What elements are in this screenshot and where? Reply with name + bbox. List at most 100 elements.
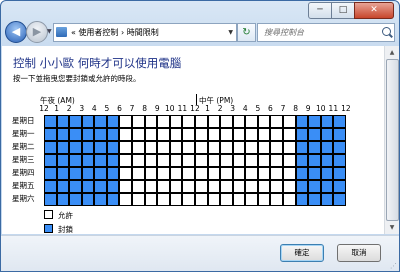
time-cell[interactable]: [132, 154, 145, 167]
time-cell[interactable]: [157, 193, 170, 206]
time-cell[interactable]: [44, 128, 57, 141]
time-cell[interactable]: [106, 180, 120, 193]
time-cell[interactable]: [220, 128, 233, 141]
time-cell[interactable]: [333, 128, 346, 141]
time-cell[interactable]: [283, 167, 296, 180]
time-cell[interactable]: [283, 180, 296, 193]
time-cell[interactable]: [320, 141, 334, 154]
time-cell[interactable]: [270, 154, 284, 167]
scroll-up-arrow-icon[interactable]: ▲: [385, 46, 399, 59]
time-cell[interactable]: [220, 193, 233, 206]
time-cell[interactable]: [270, 180, 284, 193]
minimize-button[interactable]: ─: [308, 2, 332, 19]
time-cell[interactable]: [295, 115, 309, 128]
resize-grip-icon[interactable]: ⋰: [390, 262, 397, 270]
time-cell[interactable]: [308, 154, 321, 167]
time-cell[interactable]: [144, 193, 158, 206]
address-bar[interactable]: « 使用者控制 › 時間限制 ▼: [53, 23, 237, 42]
time-cell[interactable]: [182, 141, 195, 154]
time-cell[interactable]: [257, 141, 271, 154]
time-cell[interactable]: [232, 128, 246, 141]
time-cell[interactable]: [56, 180, 70, 193]
time-cell[interactable]: [270, 167, 284, 180]
time-cell[interactable]: [295, 167, 309, 180]
time-cell[interactable]: [169, 128, 183, 141]
maximize-button[interactable]: □: [331, 2, 355, 19]
time-cell[interactable]: [44, 193, 57, 206]
time-cell[interactable]: [257, 180, 271, 193]
time-cell[interactable]: [157, 167, 170, 180]
time-cell[interactable]: [94, 193, 107, 206]
time-cell[interactable]: [44, 154, 57, 167]
time-cell[interactable]: [81, 167, 95, 180]
time-cell[interactable]: [295, 180, 309, 193]
time-cell[interactable]: [270, 128, 284, 141]
time-cell[interactable]: [56, 154, 70, 167]
time-cell[interactable]: [81, 180, 95, 193]
time-cell[interactable]: [220, 180, 233, 193]
vertical-scrollbar[interactable]: ▲ ▼: [384, 46, 399, 234]
time-cell[interactable]: [169, 141, 183, 154]
time-cell[interactable]: [144, 141, 158, 154]
time-cell[interactable]: [295, 154, 309, 167]
time-cell[interactable]: [194, 128, 208, 141]
time-cell[interactable]: [320, 115, 334, 128]
chevron-down-icon[interactable]: ▼: [228, 24, 233, 41]
time-cell[interactable]: [232, 115, 246, 128]
time-cell[interactable]: [69, 115, 82, 128]
time-cell[interactable]: [119, 180, 133, 193]
time-cell[interactable]: [94, 115, 107, 128]
time-cell[interactable]: [320, 167, 334, 180]
time-cell[interactable]: [245, 180, 258, 193]
time-cell[interactable]: [81, 154, 95, 167]
time-cell[interactable]: [132, 167, 145, 180]
time-cell[interactable]: [44, 167, 57, 180]
time-cell[interactable]: [69, 154, 82, 167]
time-cell[interactable]: [257, 128, 271, 141]
time-cell[interactable]: [56, 141, 70, 154]
time-cell[interactable]: [119, 128, 133, 141]
time-cell[interactable]: [270, 141, 284, 154]
time-cell[interactable]: [245, 115, 258, 128]
time-cell[interactable]: [308, 128, 321, 141]
time-cell[interactable]: [295, 128, 309, 141]
time-cell[interactable]: [56, 167, 70, 180]
time-cell[interactable]: [207, 180, 221, 193]
time-cell[interactable]: [169, 167, 183, 180]
time-cell[interactable]: [69, 141, 82, 154]
time-cell[interactable]: [144, 154, 158, 167]
time-cell[interactable]: [119, 115, 133, 128]
time-cell[interactable]: [207, 193, 221, 206]
time-cell[interactable]: [245, 154, 258, 167]
time-cell[interactable]: [220, 141, 233, 154]
time-cell[interactable]: [157, 115, 170, 128]
time-cell[interactable]: [44, 141, 57, 154]
time-cell[interactable]: [106, 167, 120, 180]
time-cell[interactable]: [169, 115, 183, 128]
time-cell[interactable]: [194, 180, 208, 193]
time-cell[interactable]: [119, 141, 133, 154]
time-cell[interactable]: [69, 180, 82, 193]
time-cell[interactable]: [245, 141, 258, 154]
time-cell[interactable]: [333, 154, 346, 167]
time-cell[interactable]: [257, 193, 271, 206]
time-cell[interactable]: [283, 193, 296, 206]
time-cell[interactable]: [194, 167, 208, 180]
breadcrumb[interactable]: « 使用者控制 › 時間限制: [71, 24, 159, 41]
time-cell[interactable]: [169, 193, 183, 206]
time-cell[interactable]: [333, 167, 346, 180]
time-cell[interactable]: [257, 167, 271, 180]
time-cell[interactable]: [232, 154, 246, 167]
time-cell[interactable]: [157, 180, 170, 193]
time-cell[interactable]: [245, 193, 258, 206]
time-cell[interactable]: [132, 180, 145, 193]
time-cell[interactable]: [182, 167, 195, 180]
time-cell[interactable]: [69, 128, 82, 141]
time-cell[interactable]: [157, 141, 170, 154]
time-cell[interactable]: [270, 193, 284, 206]
time-cell[interactable]: [132, 128, 145, 141]
recent-pages-dropdown[interactable]: ▼: [47, 28, 52, 35]
search-input[interactable]: 搜尋控制台: [257, 23, 395, 42]
time-cell[interactable]: [119, 193, 133, 206]
time-cell[interactable]: [69, 193, 82, 206]
